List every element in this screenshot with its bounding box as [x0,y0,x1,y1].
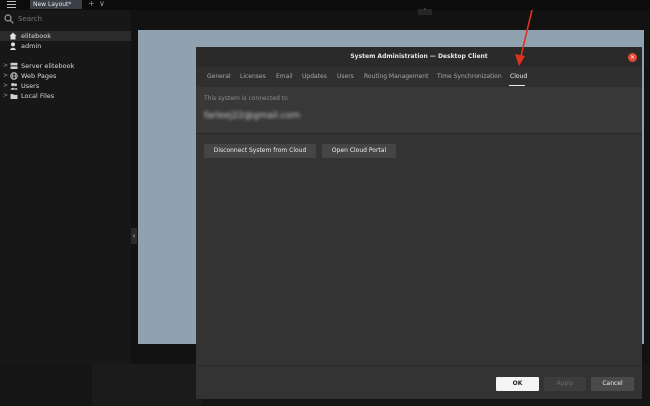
close-icon[interactable]: × [628,53,637,62]
tab-updates[interactable]: Updates [302,67,327,87]
search-field[interactable]: Search [0,12,131,26]
tab-email[interactable]: Email [276,67,293,87]
open-cloud-portal-button[interactable]: Open Cloud Portal [322,144,396,158]
add-tab-icon[interactable]: + [88,0,95,8]
server-icon [10,62,18,69]
divider [196,133,642,134]
tab-users[interactable]: Users [337,67,354,87]
expand-arrow-icon[interactable]: > [3,91,8,101]
disconnect-from-cloud-button[interactable]: Disconnect System from Cloud [204,144,316,158]
tree-item-label: admin [21,42,42,50]
tab-general[interactable]: General [207,67,231,87]
search-icon [4,14,14,24]
globe-icon [10,72,18,80]
top-bar: New Layout* + ∨ [0,0,650,10]
tree-item-local-files[interactable]: > Local Files [0,91,131,101]
dialog-title: System Administration — Desktop Client [350,53,488,60]
chevron-down-icon[interactable]: ∨ [99,0,105,8]
footer-divider [196,365,642,366]
tab-new-layout[interactable]: New Layout* [30,0,82,9]
tree-item-admin[interactable]: admin [0,41,131,51]
expand-arrow-icon[interactable]: > [3,61,8,71]
users-icon [10,83,18,90]
active-tab-indicator [509,85,525,86]
tree-item-users[interactable]: > Users [0,81,131,91]
tree-item-label: Server elitebook [21,62,75,70]
dialog-titlebar[interactable]: System Administration — Desktop Client × [196,47,642,67]
tab-time-synchronization[interactable]: Time Synchronization [437,67,502,87]
tab-licenses[interactable]: Licenses [240,67,266,87]
tree-item-label: Web Pages [21,72,57,80]
dialog-tab-bar: General Licenses Email Updates Users Rou… [196,67,642,87]
folder-icon [10,94,18,99]
tree-item-server-elitebook[interactable]: > Server elitebook [0,61,131,71]
cloud-status-panel: This system is connected to farleej22@gm… [196,87,642,133]
connection-status-text: This system is connected to [204,95,288,102]
resource-tree-panel: Search elitebook admin > Server eliteboo… [0,10,131,364]
apply-button[interactable]: Apply [544,377,586,391]
tree-item-label: elitebook [21,32,52,40]
search-input[interactable]: Search [18,13,42,25]
system-administration-dialog: System Administration — Desktop Client ×… [196,47,642,399]
tree-item-label: Local Files [21,92,55,100]
ok-button[interactable]: OK [496,377,539,391]
cancel-button[interactable]: Cancel [591,377,634,391]
panel-toggle-handle[interactable]: ˄ [418,9,432,15]
expand-arrow-icon[interactable]: > [3,71,8,81]
user-icon [9,42,17,50]
tree-item-web-pages[interactable]: > Web Pages [0,71,131,81]
timeline-block [92,364,202,406]
tree-item-elitebook[interactable]: elitebook [0,31,131,41]
connected-account-email: farleej22@gmail.com [204,111,300,121]
tree-item-label: Users [21,82,40,90]
collapse-panel-button[interactable]: ‹ [131,228,137,244]
home-icon [9,32,17,40]
tab-routing-management[interactable]: Routing Management [364,67,428,87]
tab-cloud[interactable]: Cloud [510,67,527,87]
expand-arrow-icon[interactable]: > [3,81,8,91]
menu-icon[interactable] [7,0,16,8]
